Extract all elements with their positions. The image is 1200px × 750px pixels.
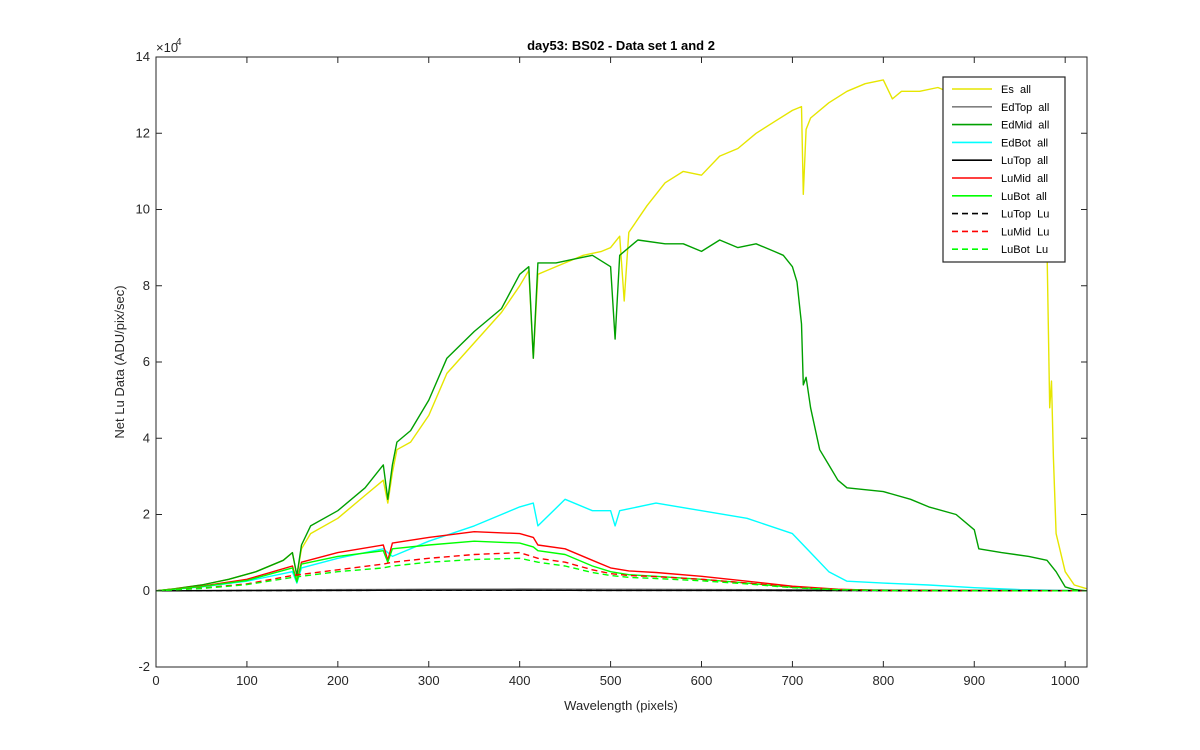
- x-tick-label: 800: [872, 673, 894, 688]
- y-tick-label: 10: [136, 202, 150, 217]
- legend: Es all EdTop all EdMid all EdBot all LuTop a…: [942, 76, 1066, 263]
- legend-label: LuBot all: [1001, 191, 1047, 203]
- legend-label: EdBot all: [1001, 137, 1048, 149]
- y-tick-label: 8: [143, 278, 150, 293]
- x-tick-label: 400: [509, 673, 531, 688]
- x-tick-label: 300: [418, 673, 440, 688]
- y-tick-label: 4: [143, 430, 150, 445]
- legend-label: EdTop all: [1001, 102, 1049, 114]
- y-tick-label: 14: [136, 49, 150, 64]
- line-chart: 0 100 200 300 400 500 600 700 800 900 1000 -202468…: [0, 0, 1200, 750]
- y-tick-label: -2: [138, 659, 150, 674]
- y-exponent-power: 4: [176, 37, 182, 48]
- legend-label: EdMid all: [1001, 120, 1049, 132]
- legend-label: LuTop Lu: [1001, 209, 1049, 221]
- chart-title: day53: BS02 - Data set 1 and 2: [527, 38, 715, 53]
- y-tick-label: 0: [143, 583, 150, 598]
- x-tick-label: 600: [691, 673, 713, 688]
- y-tick-label: 6: [143, 354, 150, 369]
- x-tick-label: 100: [236, 673, 258, 688]
- x-tick-label: 500: [600, 673, 622, 688]
- x-tick-label: 200: [327, 673, 349, 688]
- y-tick-label: 12: [136, 125, 150, 140]
- legend-label: LuBot Lu: [1001, 244, 1048, 256]
- x-tick-label: 700: [782, 673, 804, 688]
- x-axis-label: Wavelength (pixels): [564, 698, 678, 713]
- legend-label: LuMid all: [1001, 173, 1048, 185]
- x-tick-label: 1000: [1051, 673, 1080, 688]
- legend-label: LuMid Lu: [1001, 226, 1049, 238]
- legend-label: Es all: [1001, 84, 1031, 96]
- y-axis-label: Net Lu Data (ADU/pix/sec): [112, 285, 127, 438]
- y-exponent-base: ×10: [156, 40, 178, 55]
- x-tick-label: 900: [963, 673, 985, 688]
- y-tick-label: 2: [143, 507, 150, 522]
- x-tick-label: 0: [152, 673, 159, 688]
- legend-label: LuTop all: [1001, 155, 1048, 167]
